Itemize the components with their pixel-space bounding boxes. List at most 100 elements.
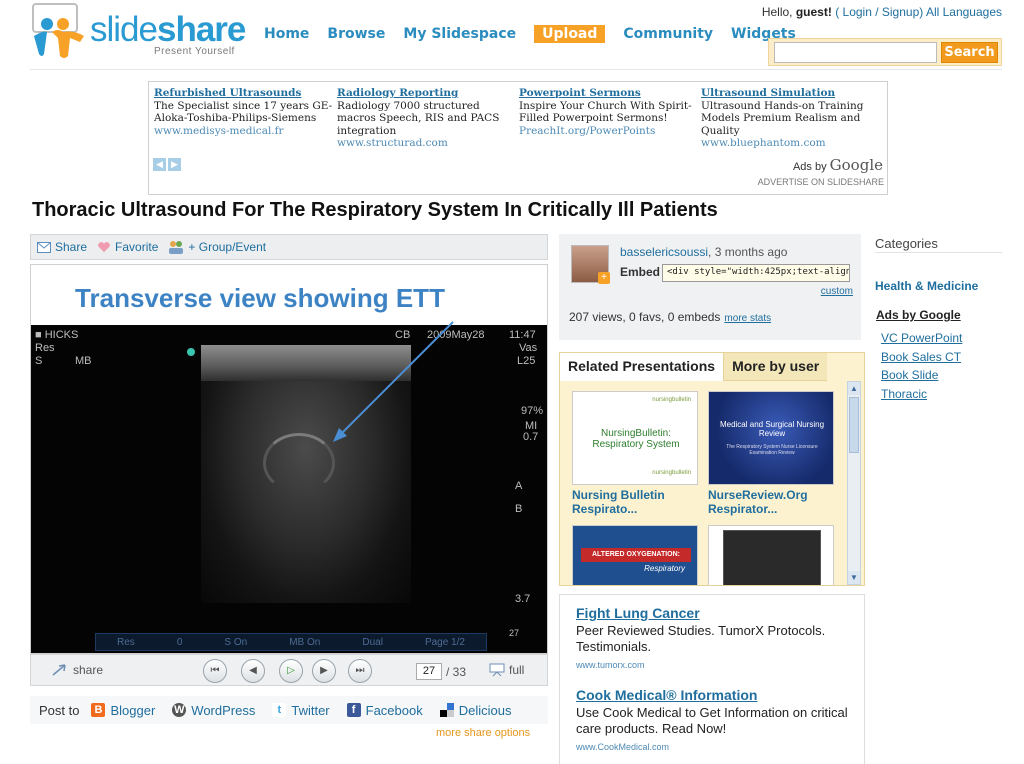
related-item[interactable]: Medical and Surgical Nursing Review The …	[708, 391, 834, 516]
side-ad-title[interactable]: Fight Lung Cancer	[576, 605, 848, 621]
ad-title[interactable]: Refurbished Ultrasounds	[154, 87, 334, 100]
group-event-button[interactable]: + Group/Event	[168, 240, 266, 254]
ad-item[interactable]: Ultrasound Simulation Ultrasound Hands-o…	[701, 87, 881, 150]
us-label-time: 11:47	[509, 329, 536, 341]
embed-code-field[interactable]: <div style="width:425px;text-align:left"	[662, 264, 850, 282]
nav-browse[interactable]: Browse	[327, 26, 385, 42]
us-bar-item: 0	[176, 636, 183, 648]
related-caption[interactable]: NurseReview.Org Respirator...	[708, 488, 834, 516]
related-scrollbar[interactable]: ▲ ▼	[847, 381, 861, 585]
thumb-dark-page	[723, 530, 821, 585]
google-ad-link[interactable]: VC PowerPoint	[881, 329, 962, 348]
first-slide-icon[interactable]: ⏮	[203, 659, 227, 683]
side-ad-text: Use Cook Medical to Get Information on c…	[576, 705, 848, 736]
languages-link[interactable]: All Languages	[926, 5, 1002, 19]
more-stats-link[interactable]: more stats	[724, 313, 771, 324]
related-tabs: Related Presentations More by user	[560, 353, 828, 381]
share-toolbar-button[interactable]: Share	[37, 240, 87, 254]
share-small-button[interactable]: share	[51, 663, 103, 677]
side-ad-title[interactable]: Cook Medical® Information	[576, 687, 848, 703]
slideshare-logo[interactable]: slideshare Present Yourself	[30, 2, 260, 60]
avatar[interactable]: +	[571, 245, 610, 284]
related-item[interactable]	[708, 525, 834, 585]
nav-my-slidespace[interactable]: My Slidespace	[403, 26, 516, 42]
ad-url[interactable]: www.medisys-medical.fr	[154, 125, 334, 138]
post-wordpress[interactable]: W WordPress	[172, 703, 255, 718]
side-ad-url[interactable]: www.tumorx.com	[576, 660, 645, 670]
heart-icon	[98, 241, 110, 252]
tab-more-by-user[interactable]: More by user	[724, 353, 828, 381]
scroll-down-icon[interactable]: ▼	[848, 571, 860, 584]
main-nav: Home Browse My Slidespace Upload Communi…	[264, 24, 814, 44]
ad-item[interactable]: Powerpoint Sermons Inspire Your Church W…	[519, 87, 699, 137]
fullscreen-button[interactable]: full	[489, 663, 524, 677]
ad-title[interactable]: Ultrasound Simulation	[701, 87, 881, 100]
more-share-options-link[interactable]: more share options	[436, 727, 530, 739]
post-facebook[interactable]: f Facebook	[346, 703, 423, 718]
ad-item[interactable]: Refurbished Ultrasounds The Specialist s…	[154, 87, 334, 137]
next-slide-icon[interactable]: ▶	[312, 659, 336, 683]
search-button[interactable]: Search	[941, 42, 998, 63]
logo-people-icon	[32, 3, 84, 58]
us-bar-item: MB On	[289, 636, 321, 648]
plus-icon[interactable]: +	[598, 272, 610, 284]
scroll-thumb[interactable]	[849, 397, 859, 453]
ad-item[interactable]: Radiology Reporting Radiology 7000 struc…	[337, 87, 517, 150]
post-blogger[interactable]: B Blogger	[91, 703, 155, 718]
custom-embed-link[interactable]: custom	[821, 286, 853, 297]
tab-related-presentations[interactable]: Related Presentations	[560, 353, 725, 381]
ads-by-google-heading[interactable]: Ads by Google	[876, 308, 961, 322]
advertise-link[interactable]: ADVERTISE ON SLIDESHARE	[758, 177, 884, 187]
prev-slide-icon[interactable]: ◀	[241, 659, 265, 683]
slide-heading: Transverse view showing ETT	[75, 283, 445, 313]
last-slide-icon[interactable]: ⏭	[348, 659, 372, 683]
prev-arrow-icon[interactable]: ◀	[153, 158, 166, 171]
post-twitter[interactable]: t Twitter	[272, 703, 330, 718]
related-caption[interactable]: Nursing Bulletin Respirato...	[572, 488, 698, 516]
side-ad[interactable]: Cook Medical® Information Use Cook Medic…	[576, 687, 848, 755]
side-ad-url[interactable]: www.CookMedical.com	[576, 742, 669, 752]
logo-tagline: Present Yourself	[154, 46, 235, 57]
thumbnail[interactable]: nursingbulletin NursingBulletin: Respira…	[572, 391, 698, 485]
scroll-up-icon[interactable]: ▲	[848, 382, 860, 395]
post-delicious[interactable]: Delicious	[439, 703, 511, 718]
related-item[interactable]: ALTERED OXYGENATION: Respiratory	[572, 525, 698, 585]
slide-view[interactable]: Transverse view showing ETT ■ HICKS Res …	[30, 264, 548, 654]
us-marker-dot	[187, 348, 195, 356]
twitter-icon: t	[272, 703, 287, 717]
ultrasound-image: ■ HICKS Res S MB CB 2009May28 11:47 Vas …	[31, 325, 547, 653]
ad-url[interactable]: PreachIt.org/PowerPoints	[519, 125, 699, 138]
google-ad-link[interactable]: Book Slide	[881, 366, 962, 385]
ads-by-google[interactable]: Ads by Google	[793, 156, 883, 174]
login-link[interactable]: ( Login /	[835, 5, 878, 19]
related-item[interactable]: nursingbulletin NursingBulletin: Respira…	[572, 391, 698, 516]
play-icon[interactable]: ▷	[279, 659, 303, 683]
ad-title[interactable]: Powerpoint Sermons	[519, 87, 699, 100]
nav-upload[interactable]: Upload	[534, 25, 606, 43]
group-icon	[169, 241, 184, 254]
ad-text: The Specialist since 17 years GE-Aloka-T…	[154, 99, 333, 125]
arrow-icon	[333, 321, 454, 442]
category-health-medicine[interactable]: Health & Medicine	[875, 279, 978, 293]
ad-url[interactable]: www.bluephantom.com	[701, 137, 881, 150]
signup-link[interactable]: Signup)	[882, 5, 923, 19]
thumbnail[interactable]: ALTERED OXYGENATION: Respiratory	[572, 525, 698, 585]
uploader-link[interactable]: basselericsoussi	[620, 245, 708, 259]
favorite-button[interactable]: Favorite	[97, 240, 158, 254]
google-ad-link[interactable]: Book Sales CT	[881, 348, 962, 367]
ad-pager: ◀ ▶	[153, 158, 181, 171]
nav-community[interactable]: Community	[623, 26, 713, 42]
search-input[interactable]	[774, 42, 937, 63]
side-ad[interactable]: Fight Lung Cancer Peer Reviewed Studies.…	[576, 605, 848, 673]
hello-text: Hello,	[761, 5, 793, 19]
upload-time: , 3 months ago	[708, 245, 788, 259]
page-number-input[interactable]: 27	[416, 663, 442, 680]
next-arrow-icon[interactable]: ▶	[168, 158, 181, 171]
delicious-icon	[439, 703, 454, 717]
ad-title[interactable]: Radiology Reporting	[337, 87, 517, 100]
ad-url[interactable]: www.structurad.com	[337, 137, 517, 150]
thumbnail[interactable]: Medical and Surgical Nursing Review The …	[708, 391, 834, 485]
thumbnail[interactable]	[708, 525, 834, 585]
google-ad-link[interactable]: Thoracic	[881, 385, 962, 404]
nav-home[interactable]: Home	[264, 26, 309, 42]
